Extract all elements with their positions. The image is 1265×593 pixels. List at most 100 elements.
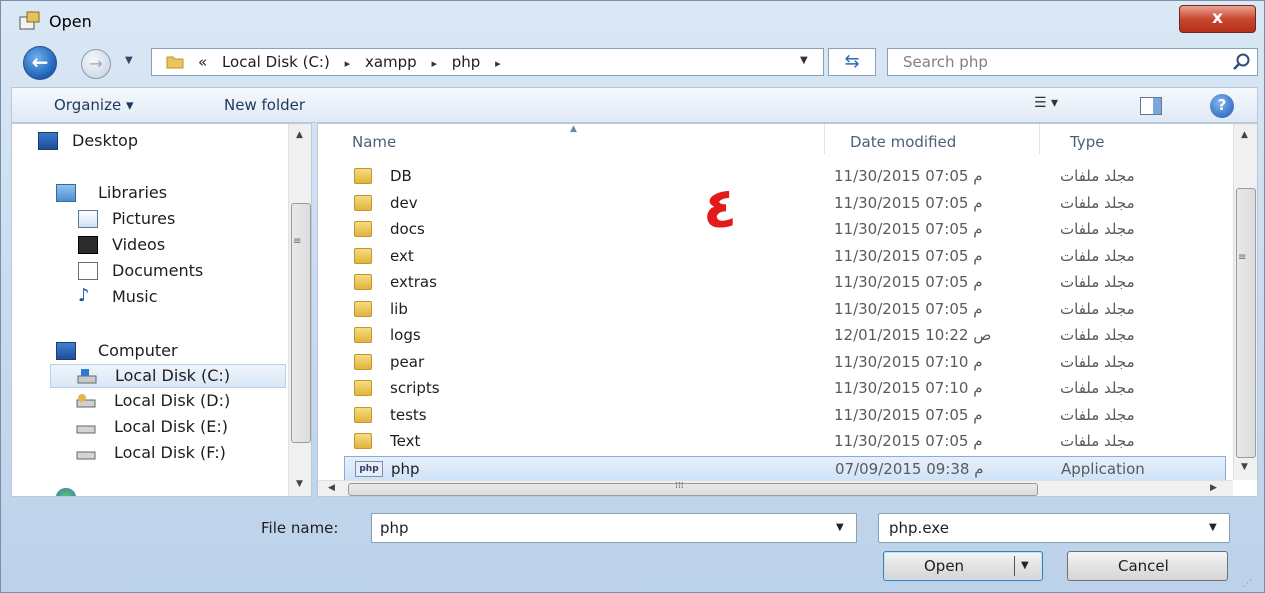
scroll-left-icon[interactable]: ◀ bbox=[328, 483, 335, 493]
nav-item-documents[interactable]: Documents bbox=[78, 260, 278, 284]
breadcrumb-item-xampp[interactable]: xampp bbox=[365, 53, 417, 71]
file-row[interactable]: extras 11/30/2015 07:05 م مجلد ملفات bbox=[344, 270, 1226, 296]
breadcrumb-overflow[interactable]: « bbox=[198, 53, 207, 71]
nav-item-local-disk-d[interactable]: Local Disk (D:) bbox=[76, 390, 286, 414]
file-type: مجلد ملفات bbox=[1060, 299, 1135, 318]
handwritten-number-annotation: ٤ bbox=[703, 176, 738, 241]
file-date-modified: 07/09/2015 09:38 م bbox=[835, 459, 984, 478]
resize-grip-icon[interactable]: ⋰ bbox=[1243, 579, 1252, 589]
chevron-down-icon[interactable]: ▼ bbox=[1209, 522, 1217, 533]
organize-button[interactable]: Organize ▾ bbox=[54, 96, 134, 114]
scroll-right-icon[interactable]: ▶ bbox=[1210, 483, 1217, 493]
recent-locations-dropdown[interactable]: ▼ bbox=[125, 55, 133, 66]
column-header-name[interactable]: Name ▲ bbox=[318, 124, 824, 154]
drive-icon bbox=[76, 418, 96, 436]
open-button[interactable]: Open ▼ bbox=[883, 551, 1043, 581]
pictures-icon bbox=[78, 210, 98, 228]
scroll-up-icon[interactable]: ▲ bbox=[1241, 130, 1248, 140]
file-type: مجلد ملفات bbox=[1060, 405, 1135, 424]
search-box[interactable]: Search php bbox=[887, 48, 1258, 76]
file-row[interactable]: docs 11/30/2015 07:05 م مجلد ملفات bbox=[344, 217, 1226, 243]
nav-item-computer[interactable]: Computer bbox=[56, 340, 276, 364]
address-dropdown-icon[interactable]: ▼ bbox=[800, 55, 808, 66]
breadcrumb-separator[interactable]: ▸ bbox=[345, 57, 351, 70]
file-list-vertical-scrollbar[interactable]: ▲ ≡ ▼ bbox=[1233, 124, 1257, 480]
file-name: docs bbox=[390, 220, 425, 238]
file-date-modified: 11/30/2015 07:05 م bbox=[834, 299, 983, 318]
file-type-filter[interactable]: php.exe ▼ bbox=[878, 513, 1230, 543]
horizontal-scroll-thumb[interactable] bbox=[348, 483, 1038, 496]
preview-pane-icon[interactable] bbox=[1140, 97, 1162, 115]
file-name-field[interactable]: php ▼ bbox=[371, 513, 857, 543]
change-view-button[interactable]: ☰ ▾ bbox=[1034, 95, 1058, 111]
refresh-button[interactable]: ⇆ bbox=[828, 48, 876, 76]
file-type: مجلد ملفات bbox=[1060, 326, 1135, 344]
file-type: مجلد ملفات bbox=[1060, 432, 1135, 450]
column-header-date[interactable]: Date modified bbox=[825, 124, 1039, 154]
file-row[interactable]: dev 11/30/2015 07:05 م مجلد ملفات bbox=[344, 191, 1226, 217]
nav-item-local-disk-c[interactable]: Local Disk (C:) bbox=[50, 364, 286, 388]
nav-item-local-disk-f[interactable]: Local Disk (F:) bbox=[76, 442, 286, 466]
file-row[interactable]: lib 11/30/2015 07:05 م مجلد ملفات bbox=[344, 297, 1226, 323]
breadcrumb-separator[interactable]: ▸ bbox=[495, 57, 501, 70]
nav-scrollbar[interactable]: ▲ ≡ ▼ bbox=[288, 124, 311, 496]
nav-item-local-disk-e[interactable]: Local Disk (E:) bbox=[76, 416, 286, 440]
cancel-button[interactable]: Cancel bbox=[1067, 551, 1228, 581]
nav-item-pictures[interactable]: Pictures bbox=[78, 208, 278, 232]
scroll-up-icon[interactable]: ▲ bbox=[296, 130, 303, 140]
file-row[interactable]: tests 11/30/2015 07:05 م مجلد ملفات bbox=[344, 403, 1226, 429]
file-row[interactable]: logs 12/01/2015 10:22 ص مجلد ملفات bbox=[344, 323, 1226, 349]
file-row[interactable]: scripts 11/30/2015 07:10 م مجلد ملفات bbox=[344, 376, 1226, 402]
nav-item-desktop[interactable]: Desktop bbox=[38, 130, 278, 154]
scroll-down-icon[interactable]: ▼ bbox=[1241, 462, 1248, 472]
arrow-right-icon: → bbox=[89, 54, 103, 73]
chevron-down-icon[interactable]: ▼ bbox=[836, 522, 844, 533]
file-name-value[interactable]: php bbox=[380, 519, 409, 537]
file-date-modified: 11/30/2015 07:10 م bbox=[834, 352, 983, 371]
search-input[interactable]: Search php bbox=[903, 53, 988, 71]
breadcrumb-item-php[interactable]: php bbox=[452, 53, 481, 71]
file-row[interactable]: pear 11/30/2015 07:10 م مجلد ملفات bbox=[344, 350, 1226, 376]
forward-button[interactable]: → bbox=[81, 49, 111, 79]
file-row[interactable]: DB 11/30/2015 07:05 م مجلد ملفات bbox=[344, 164, 1226, 190]
file-list: Name ▲ Date modified Type DB 11/30/2015 0… bbox=[317, 123, 1258, 497]
file-date-modified: 11/30/2015 07:05 م bbox=[834, 167, 983, 185]
file-name: extras bbox=[390, 273, 437, 291]
folder-icon bbox=[354, 406, 372, 423]
file-row[interactable]: Text 11/30/2015 07:05 م مجلد ملفات bbox=[344, 429, 1226, 455]
file-list-horizontal-scrollbar[interactable]: ◀ ⁞⁞⁞ ▶ bbox=[318, 480, 1233, 496]
file-date-modified: 11/30/2015 07:05 م bbox=[834, 273, 983, 291]
file-name: Text bbox=[390, 432, 421, 450]
nav-item-libraries[interactable]: Libraries bbox=[56, 182, 276, 206]
file-name: ext bbox=[390, 246, 414, 265]
drive-icon bbox=[76, 392, 96, 410]
title-bar[interactable]: Open x bbox=[1, 1, 1265, 41]
folder-icon bbox=[354, 168, 372, 184]
file-row[interactable]: php php 07/09/2015 09:38 م Application bbox=[344, 455, 1226, 482]
grip-icon: ≡ bbox=[1238, 252, 1247, 263]
computer-icon bbox=[56, 342, 76, 360]
column-header-type[interactable]: Type bbox=[1040, 124, 1230, 154]
vertical-scroll-thumb[interactable] bbox=[1236, 188, 1256, 458]
folder-icon bbox=[354, 221, 372, 237]
open-button-label: Open bbox=[924, 557, 965, 575]
close-button[interactable]: x bbox=[1179, 5, 1256, 33]
search-icon[interactable] bbox=[1232, 52, 1252, 72]
nav-item-videos[interactable]: Videos bbox=[78, 234, 278, 258]
sort-ascending-icon: ▲ bbox=[570, 124, 577, 134]
new-folder-button[interactable]: New folder bbox=[224, 96, 305, 114]
scroll-down-icon[interactable]: ▼ bbox=[296, 479, 303, 489]
grip-icon: ≡ bbox=[293, 236, 302, 247]
nav-item-music[interactable]: ♪ Music bbox=[78, 286, 278, 310]
breadcrumb-item-local-disk-c[interactable]: Local Disk (C:) bbox=[222, 53, 330, 71]
back-button[interactable]: ← bbox=[23, 46, 57, 80]
address-bar[interactable]: « Local Disk (C:) ▸ xampp ▸ php ▸ ▼ bbox=[151, 48, 824, 76]
breadcrumb-separator[interactable]: ▸ bbox=[431, 57, 437, 70]
open-options-dropdown-icon[interactable]: ▼ bbox=[1021, 560, 1029, 571]
file-type: مجلد ملفات bbox=[1060, 167, 1135, 185]
nav-item-network[interactable] bbox=[56, 486, 96, 496]
folder-icon bbox=[354, 380, 372, 396]
breadcrumb: « Local Disk (C:) ▸ xampp ▸ php ▸ bbox=[198, 53, 511, 71]
file-row[interactable]: ext 11/30/2015 07:05 م مجلد ملفات bbox=[344, 244, 1226, 270]
help-icon[interactable]: ? bbox=[1210, 94, 1234, 118]
